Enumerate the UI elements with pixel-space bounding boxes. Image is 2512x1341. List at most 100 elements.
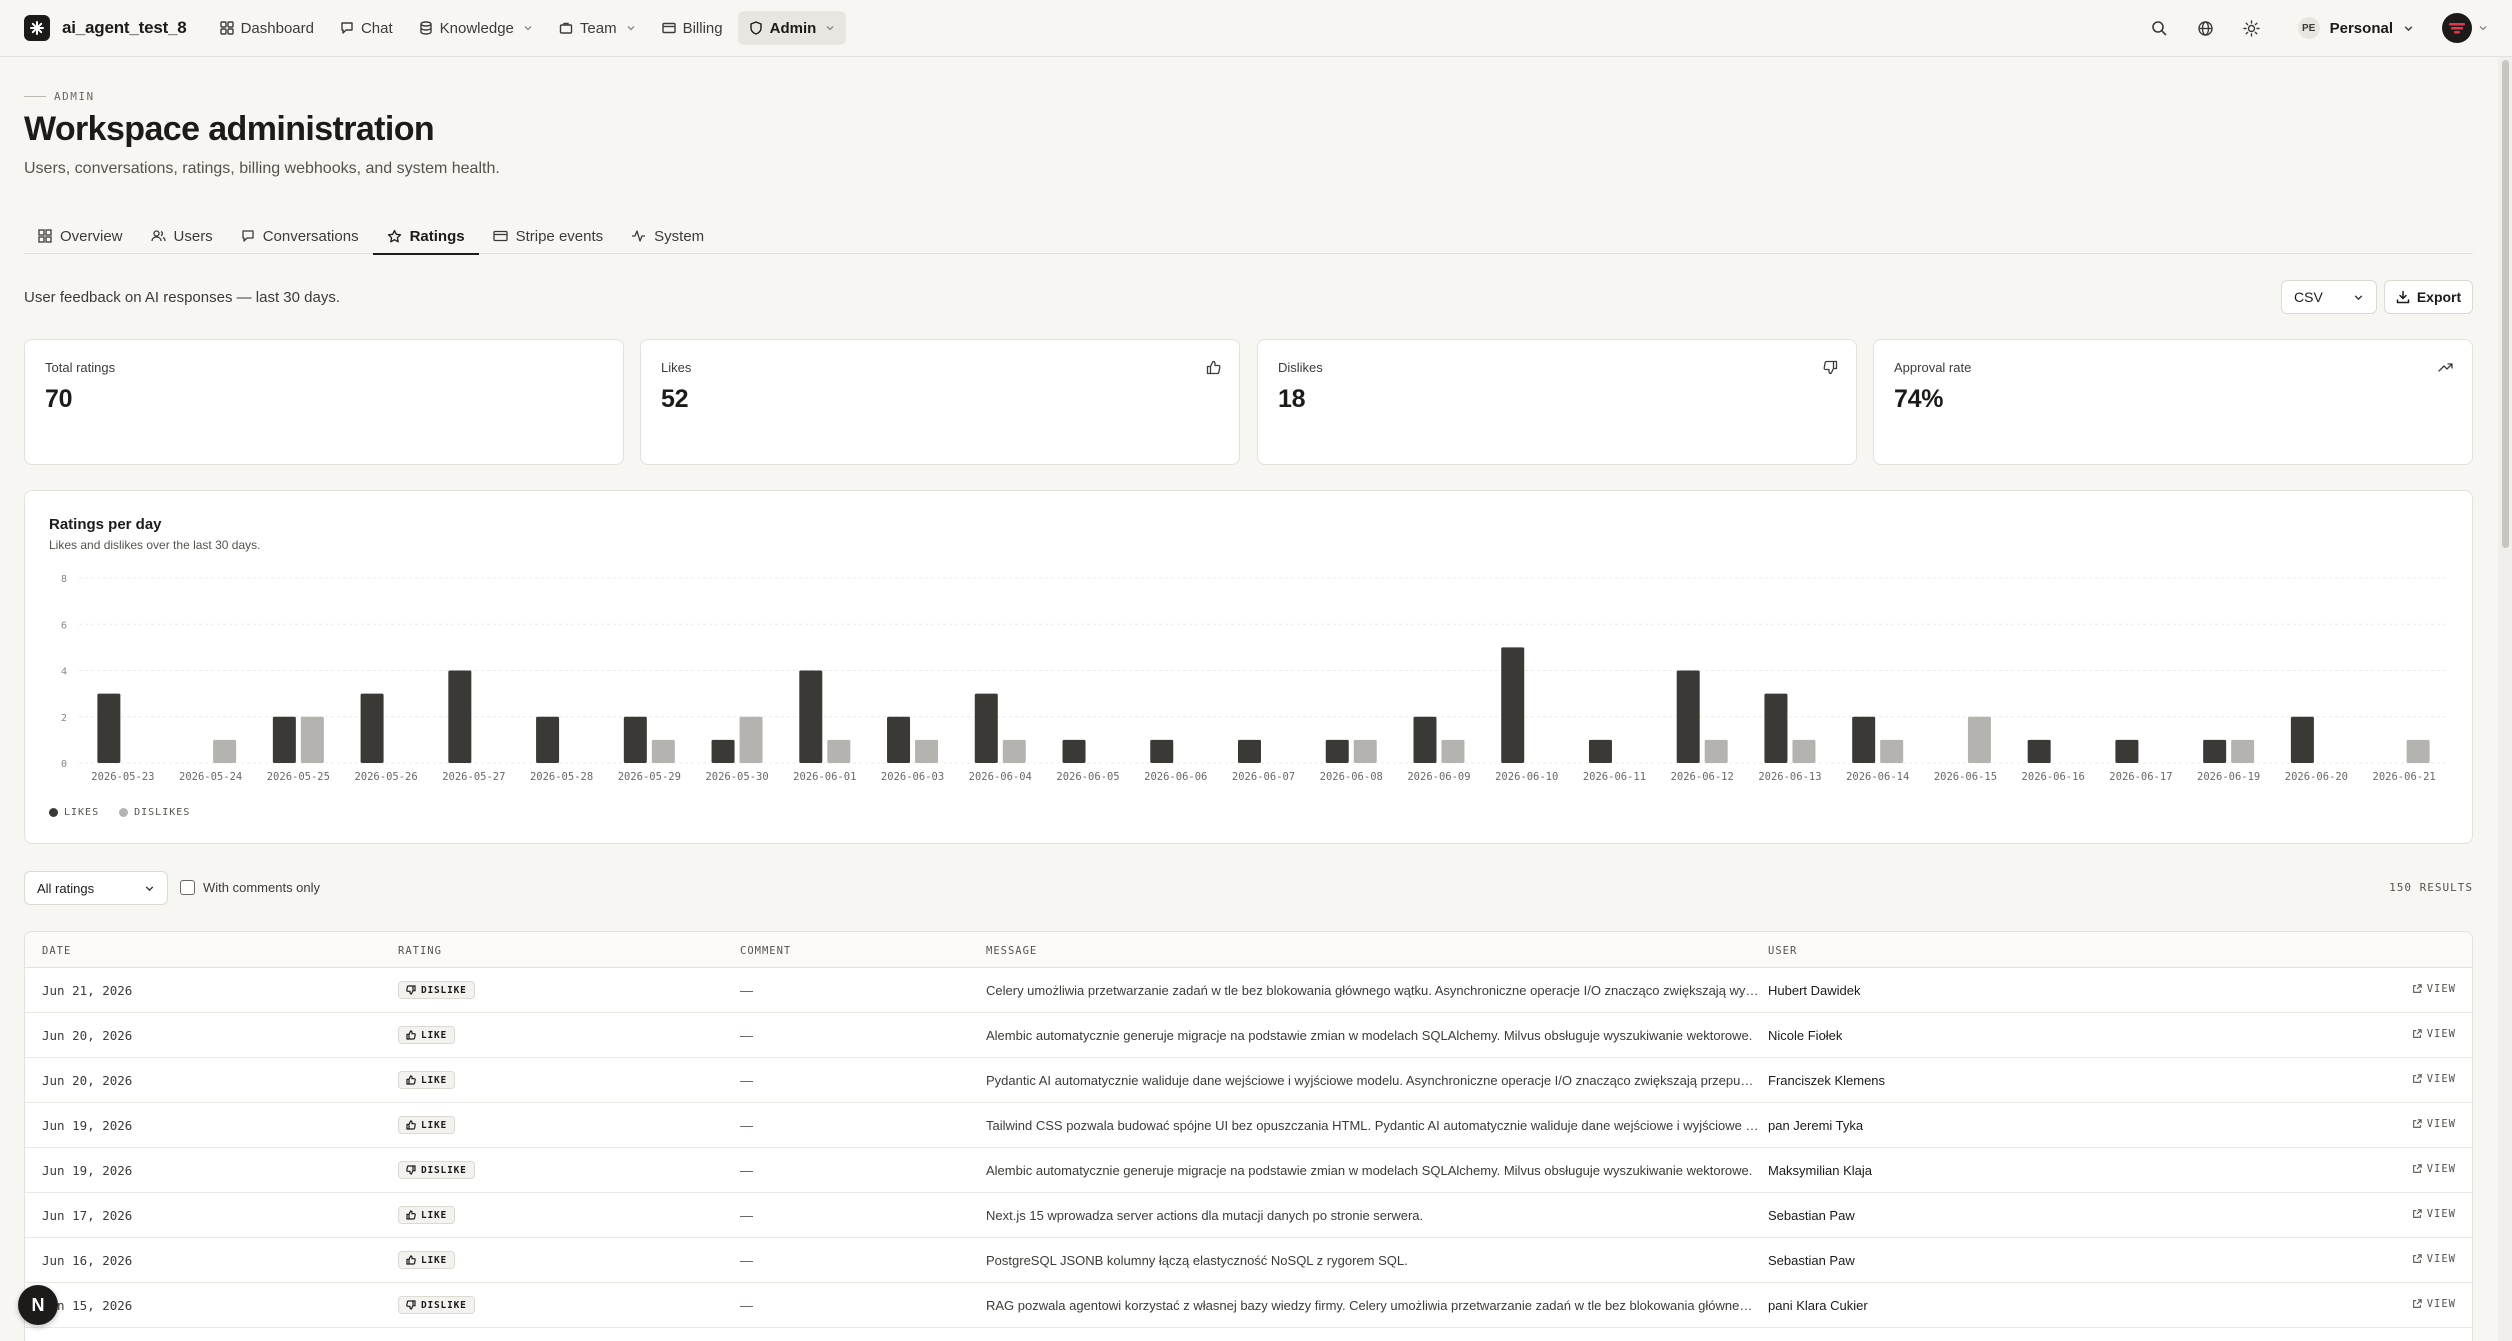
bar-likes	[1852, 716, 1876, 763]
y-tick-label: 0	[61, 759, 67, 770]
globe-icon	[2198, 20, 2213, 36]
tab-overview[interactable]: Overview	[24, 218, 137, 254]
x-tick-label: 2026-06-05	[1056, 771, 1119, 783]
nav-team[interactable]: Team	[548, 11, 647, 45]
x-tick-label: 2026-06-17	[2109, 771, 2172, 783]
nav-billing[interactable]: Billing	[651, 11, 734, 45]
y-tick-label: 6	[61, 620, 67, 631]
row-date: Jun 21, 2026	[42, 983, 133, 998]
comments-only-toggle[interactable]: With comments only	[180, 880, 320, 895]
bar-likes	[2203, 739, 2227, 763]
workspace-switcher[interactable]: PE Personal	[2297, 17, 2414, 39]
rating-filter-value: All ratings	[37, 880, 95, 896]
tab-system[interactable]: System	[617, 218, 718, 254]
view-link[interactable]: VIEW	[2412, 1253, 2456, 1265]
table-row[interactable]: Jun 15, 2026 DISLIKE — RAG pozwala agent…	[25, 1283, 2472, 1328]
stat-card-total-ratings: Total ratings 70	[24, 339, 624, 465]
row-user: pan Jeremi Tyka	[1768, 1118, 1864, 1133]
view-link[interactable]: VIEW	[2412, 983, 2456, 995]
stat-label: Approval rate	[1894, 360, 1972, 375]
nav-admin-label: Admin	[769, 19, 817, 37]
thumbs-down-icon	[406, 1165, 416, 1175]
column-header-date[interactable]: DATE	[42, 945, 71, 957]
tab-stripe-events[interactable]: Stripe events	[479, 218, 618, 254]
table-row[interactable]: Jun 20, 2026 LIKE — Pydantic AI automaty…	[25, 1058, 2472, 1103]
page-scrollbar-thumb[interactable]	[2502, 60, 2509, 548]
stat-card-approval-rate: Approval rate 74%	[1873, 339, 2473, 465]
x-tick-label: 2026-06-11	[1583, 771, 1646, 783]
export-format-select[interactable]: CSV	[2281, 280, 2377, 314]
tab-users[interactable]: Users	[137, 218, 227, 254]
bar-likes	[887, 716, 911, 763]
view-link[interactable]: VIEW	[2412, 1298, 2456, 1310]
view-link[interactable]: VIEW	[2412, 1208, 2456, 1220]
bar-dislikes	[213, 739, 237, 763]
row-user: Hubert Dawidek	[1768, 983, 1861, 998]
row-date: Jun 16, 2026	[42, 1253, 133, 1268]
table-row[interactable]: Jun 17, 2026 LIKE — Next.js 15 wprowadza…	[25, 1193, 2472, 1238]
tab-ratings-label: Ratings	[409, 227, 465, 245]
nav-knowledge[interactable]: Knowledge	[408, 11, 544, 45]
chevron-down-icon	[2354, 294, 2363, 300]
bar-likes	[1764, 693, 1788, 763]
language-button[interactable]	[2192, 14, 2220, 42]
row-user: Franciszek Klemens	[1768, 1073, 1886, 1088]
view-link[interactable]: VIEW	[2412, 1118, 2456, 1130]
export-button[interactable]: Export	[2384, 280, 2473, 314]
legend-item-dislikes[interactable]: DISLIKES	[119, 807, 190, 818]
avatar	[2442, 13, 2472, 43]
table-row[interactable]: Jun 19, 2026 DISLIKE — Alembic automatyc…	[25, 1148, 2472, 1193]
stat-label: Dislikes	[1278, 360, 1323, 375]
legend-label-dislikes: DISLIKES	[134, 807, 191, 818]
eyebrow-rule	[24, 96, 46, 97]
column-header-comment[interactable]: COMMENT	[740, 945, 791, 957]
view-link[interactable]: VIEW	[2412, 1028, 2456, 1040]
column-header-user[interactable]: USER	[1768, 945, 1797, 957]
row-comment: —	[740, 1163, 753, 1178]
database-icon	[419, 21, 432, 35]
bar-likes	[1325, 739, 1349, 763]
view-link[interactable]: VIEW	[2412, 1163, 2456, 1175]
table-row[interactable]: Jun 16, 2026 LIKE — PostgreSQL JSONB kol…	[25, 1238, 2472, 1283]
column-header-message[interactable]: MESSAGE	[986, 945, 1037, 957]
rating-badge-label: DISLIKE	[421, 1299, 467, 1311]
rating-filter-select[interactable]: All ratings	[24, 871, 168, 905]
tab-system-label: System	[654, 227, 705, 245]
table-row[interactable]: Jun 20, 2026 LIKE — Alembic automatyczni…	[25, 1013, 2472, 1058]
nav-chat[interactable]: Chat	[329, 11, 404, 45]
x-tick-label: 2026-06-19	[2197, 771, 2260, 783]
bar-dislikes	[1441, 739, 1465, 763]
bar-likes	[360, 693, 384, 763]
table-row[interactable]: Jun 21, 2026 DISLIKE — Celery umożliwia …	[25, 968, 2472, 1013]
column-header-rating[interactable]: RATING	[398, 945, 442, 957]
page-eyebrow: ADMIN	[24, 90, 95, 103]
x-tick-label: 2026-06-21	[2373, 771, 2436, 783]
chart-legend: LIKES DISLIKES	[49, 807, 190, 818]
bar-dislikes	[1353, 739, 1377, 763]
tab-ratings[interactable]: Ratings	[372, 218, 479, 255]
search-button[interactable]	[2146, 14, 2174, 42]
view-link[interactable]: VIEW	[2412, 1073, 2456, 1085]
bar-dislikes	[827, 739, 851, 763]
x-tick-label: 2026-05-29	[618, 771, 681, 783]
rating-badge-label: DISLIKE	[421, 1164, 467, 1176]
dev-tools-button[interactable]: N	[18, 1285, 58, 1325]
legend-item-likes[interactable]: LIKES	[49, 807, 99, 818]
theme-toggle-button[interactable]	[2238, 14, 2266, 42]
nav-dashboard[interactable]: Dashboard	[209, 11, 325, 45]
bar-likes	[1413, 716, 1437, 763]
stat-label: Likes	[661, 360, 692, 375]
bar-dislikes	[2231, 739, 2255, 763]
nav-admin[interactable]: Admin	[737, 11, 847, 45]
stat-label: Total ratings	[45, 360, 116, 375]
table-row[interactable]: Jun 19, 2026 LIKE — Tailwind CSS pozwala…	[25, 1103, 2472, 1148]
row-message: PostgreSQL JSONB kolumny łączą elastyczn…	[986, 1253, 1408, 1268]
tab-conversations[interactable]: Conversations	[227, 218, 373, 254]
brand[interactable]: ai_agent_test_8	[24, 15, 187, 41]
x-tick-label: 2026-06-04	[969, 771, 1032, 783]
user-menu[interactable]	[2442, 13, 2488, 43]
row-comment: —	[740, 983, 753, 998]
row-user: Sebastian Paw	[1768, 1208, 1855, 1223]
comments-only-checkbox[interactable]	[180, 880, 195, 895]
bar-likes	[974, 693, 998, 763]
